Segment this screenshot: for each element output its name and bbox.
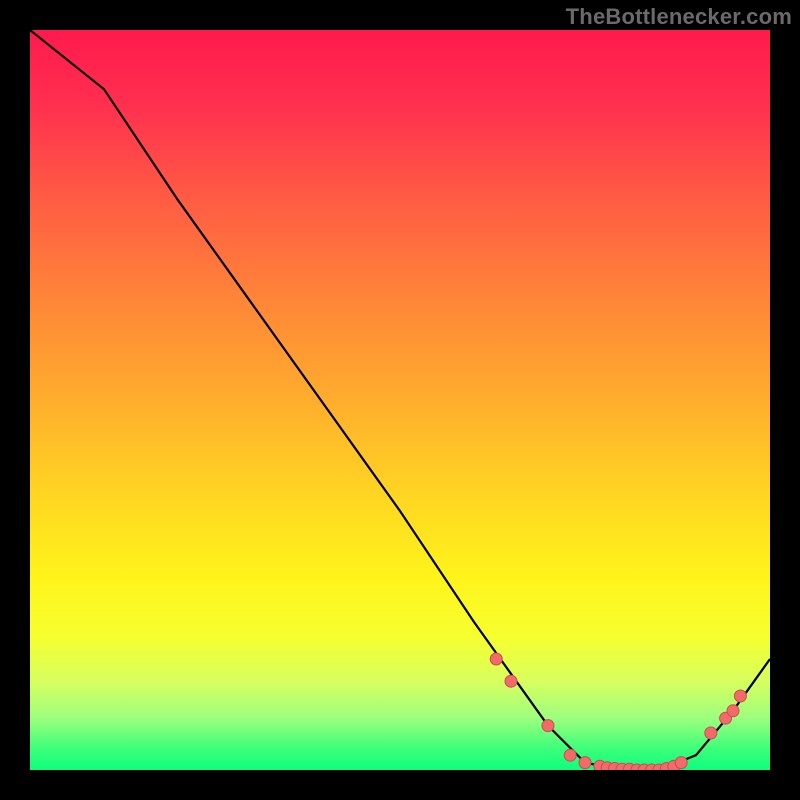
marker-layer xyxy=(30,30,770,770)
marker-group xyxy=(490,653,746,770)
chart-plot-area xyxy=(30,30,770,770)
marker-dot xyxy=(542,720,554,732)
marker-dot xyxy=(727,705,739,717)
marker-dot xyxy=(490,653,502,665)
marker-dot xyxy=(564,749,576,761)
watermark-text: TheBottlenecker.com xyxy=(566,4,792,30)
marker-dot xyxy=(579,757,591,769)
marker-dot xyxy=(675,757,687,769)
marker-dot xyxy=(705,727,717,739)
marker-dot xyxy=(505,675,517,687)
chart-frame: TheBottlenecker.com xyxy=(0,0,800,800)
marker-dot xyxy=(734,690,746,702)
